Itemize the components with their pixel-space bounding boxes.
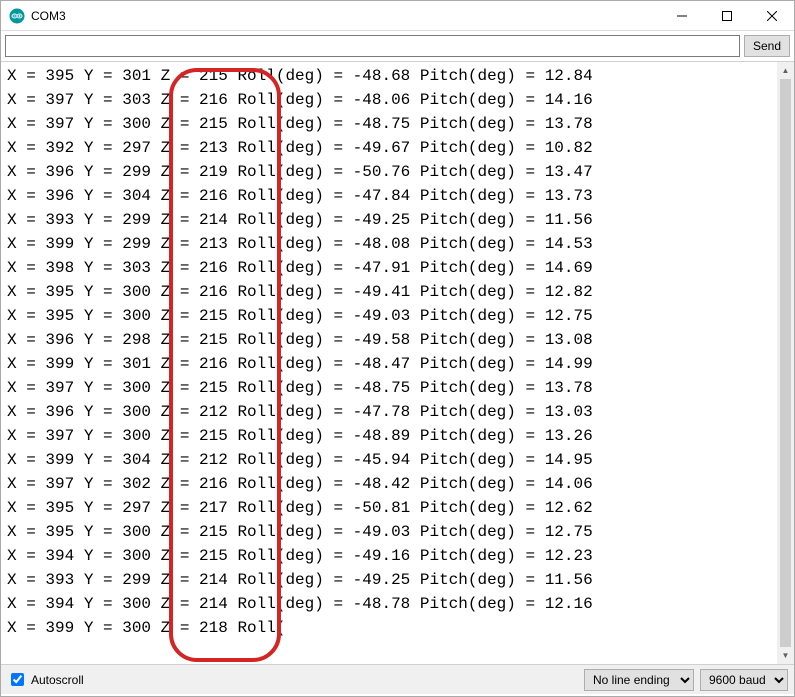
- input-row: Send: [1, 31, 794, 62]
- terminal-pane: X = 395 Y = 301 Z = 215 Roll(deg) = -48.…: [1, 62, 794, 664]
- send-button[interactable]: Send: [744, 35, 790, 57]
- footer-bar: Autoscroll No line ending 9600 baud: [1, 664, 794, 694]
- minimize-button[interactable]: [659, 1, 704, 30]
- terminal-output: X = 395 Y = 301 Z = 215 Roll(deg) = -48.…: [1, 62, 794, 664]
- close-button[interactable]: [749, 1, 794, 30]
- titlebar: COM3: [1, 1, 794, 31]
- scrollbar[interactable]: ▲ ▼: [777, 62, 794, 664]
- autoscroll-input[interactable]: [11, 673, 24, 686]
- line-ending-select[interactable]: No line ending: [584, 669, 694, 691]
- scroll-down-icon[interactable]: ▼: [777, 647, 794, 664]
- autoscroll-label: Autoscroll: [31, 673, 84, 687]
- autoscroll-checkbox[interactable]: Autoscroll: [7, 670, 84, 689]
- serial-input[interactable]: [5, 35, 740, 57]
- maximize-button[interactable]: [704, 1, 749, 30]
- scroll-thumb[interactable]: [780, 79, 791, 647]
- window-controls: [659, 1, 794, 30]
- window-title: COM3: [31, 9, 659, 23]
- scroll-up-icon[interactable]: ▲: [777, 62, 794, 79]
- baud-select[interactable]: 9600 baud: [700, 669, 788, 691]
- arduino-icon: [9, 8, 25, 24]
